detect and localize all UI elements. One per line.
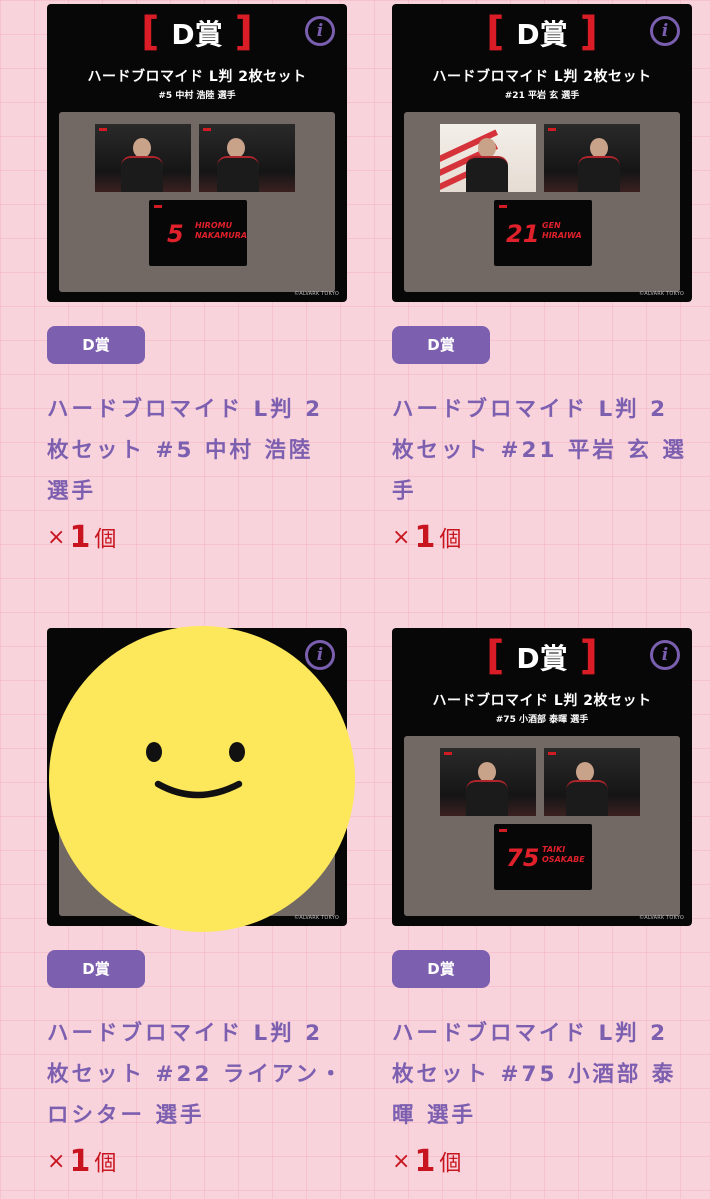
player-name-en: HIROMU NAKAMURA bbox=[195, 221, 248, 240]
player-nameplate: 5 HIROMU NAKAMURA bbox=[149, 200, 247, 266]
player-number: 21 bbox=[506, 220, 540, 248]
prize-grade-heading: [D賞] bbox=[486, 633, 598, 679]
prize-grade-badge: D賞 bbox=[392, 326, 490, 364]
prize-quantity: × 1 個 bbox=[47, 1144, 117, 1179]
prize-title[interactable]: ハードブロマイド L判 2枚セット #21 平岩 玄 選手 bbox=[392, 389, 692, 512]
player-number: 5 bbox=[167, 220, 184, 248]
prize-image[interactable]: [D賞] i ハードブロマイド L判 2枚セット #21 平岩 玄 選手 21 … bbox=[392, 4, 692, 302]
player-photo bbox=[544, 124, 640, 192]
image-subtitle: #5 中村 浩陸 選手 bbox=[158, 91, 236, 101]
image-subtitle: #21 平岩 玄 選手 bbox=[504, 91, 580, 101]
image-subtitle: #75 小酒部 泰暉 選手 bbox=[495, 715, 589, 725]
prize-title[interactable]: ハードブロマイド L判 2枚セット #22 ライアン・ロシター 選手 bbox=[47, 1013, 347, 1136]
info-icon[interactable]: i bbox=[650, 640, 680, 670]
player-photo bbox=[95, 124, 191, 192]
player-name-en: TAIKI OSAKABE bbox=[542, 845, 585, 864]
copyright-text: ©ALVARK TOKYO bbox=[294, 291, 339, 297]
image-title: ハードブロマイド L判 2枚セット bbox=[432, 69, 652, 85]
player-photo bbox=[199, 124, 295, 192]
info-icon[interactable]: i bbox=[305, 16, 335, 46]
prize-grade-badge: D賞 bbox=[392, 950, 490, 988]
player-number: 75 bbox=[506, 844, 540, 872]
prize-title[interactable]: ハードブロマイド L判 2枚セット #75 小酒部 泰暉 選手 bbox=[392, 1013, 692, 1136]
prize-grade-heading: [D賞] bbox=[141, 9, 253, 55]
image-title: ハードブロマイド L判 2枚セット bbox=[432, 693, 652, 709]
copyright-text: ©ALVARK TOKYO bbox=[639, 915, 684, 921]
player-nameplate: 75 TAIKI OSAKABE bbox=[494, 824, 592, 890]
bromide-panel: 75 TAIKI OSAKABE bbox=[404, 736, 680, 916]
bromide-panel: 21 GEN HIRAIWA bbox=[404, 112, 680, 292]
prize-grade-badge: D賞 bbox=[47, 950, 145, 988]
player-photo bbox=[544, 748, 640, 816]
prize-quantity: × 1 個 bbox=[47, 520, 117, 555]
player-photo bbox=[440, 748, 536, 816]
player-photo bbox=[440, 124, 536, 192]
prize-quantity: × 1 個 bbox=[392, 1144, 462, 1179]
player-name-en: GEN HIRAIWA bbox=[542, 221, 582, 240]
prize-image[interactable]: [D賞] i ハードブロマイド L判 2枚セット #75 小酒部 泰暉 選手 7… bbox=[392, 628, 692, 926]
bromide-panel: 5 HIROMU NAKAMURA bbox=[59, 112, 335, 292]
prize-quantity: × 1 個 bbox=[392, 520, 462, 555]
prize-image[interactable]: [D賞] i ハードブロマイド L判 2枚セット #5 中村 浩陸 選手 5 H… bbox=[47, 4, 347, 302]
prize-title[interactable]: ハードブロマイド L判 2枚セット #5 中村 浩陸 選手 bbox=[47, 389, 347, 512]
image-title: ハードブロマイド L判 2枚セット bbox=[87, 69, 307, 85]
info-icon[interactable]: i bbox=[650, 16, 680, 46]
copyright-text: ©ALVARK TOKYO bbox=[639, 291, 684, 297]
smiley-face-icon bbox=[49, 626, 355, 932]
player-nameplate: 21 GEN HIRAIWA bbox=[494, 200, 592, 266]
prize-grade-badge: D賞 bbox=[47, 326, 145, 364]
prize-grade-heading: [D賞] bbox=[486, 9, 598, 55]
